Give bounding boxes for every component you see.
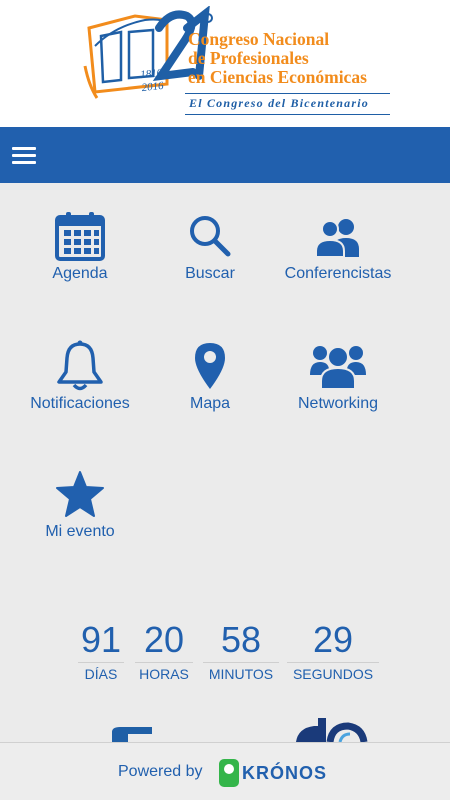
powered-by-label: Powered by [118,763,203,780]
logo-title-line-3: en Ciencias Económicas [188,67,367,87]
menu-item-buscar[interactable]: Buscar [145,210,275,310]
countdown-value: 20 [143,619,185,660]
logo-title-line-2: de Profesionales [188,48,309,68]
sponsor-logo-artwork [112,718,368,742]
kronos-logo-icon [219,759,239,787]
countdown-value: 29 [312,619,354,660]
group-icon [273,340,403,392]
speakers-icon [273,210,403,262]
menu-item-notificaciones[interactable]: Notificaciones [15,340,145,440]
star-icon [15,468,145,520]
logo-tagline: El Congreso del Bicentenario [185,93,390,115]
menu-item-label: Conferencistas [284,265,392,282]
countdown-unit: SEGUNDOS [287,662,379,682]
logo-title-line-1: Congreso Nacional [188,29,330,49]
menu-item-conferencistas[interactable]: Conferencistas [273,210,403,310]
menu-item-label: Networking [297,395,379,412]
countdown-value: 91 [80,619,122,660]
countdown-value: 58 [220,619,262,660]
countdown-unit: HORAS [135,662,193,682]
top-navbar [0,127,450,183]
calendar-icon [15,210,145,262]
event-countdown: 91 DÍAS 20 HORAS 58 MINUTOS 29 SEGUNDOS [0,620,450,690]
logo-years: 1816 2016 [140,67,165,95]
congress-logo: Congreso Nacional de Profesionales en Ci… [75,5,395,120]
hamburger-icon[interactable] [12,147,36,164]
countdown-seconds: 29 SEGUNDOS [287,620,379,682]
footer: Powered by KRÓNOS [0,742,450,800]
menu-item-agenda[interactable]: Agenda [15,210,145,310]
countdown-minutes: 58 MINUTOS [203,620,279,682]
app-header: Congreso Nacional de Profesionales en Ci… [0,0,450,127]
logo-year-end: 2016 [141,79,165,95]
menu-item-mi-evento[interactable]: Mi evento [15,468,145,568]
menu-item-label: Mi evento [45,523,115,540]
countdown-unit: DÍAS [78,662,124,682]
map-pin-icon [145,340,275,392]
menu-item-mapa[interactable]: Mapa [145,340,275,440]
countdown-days: 91 DÍAS [78,620,124,682]
kronos-brand: KRÓNOS [242,763,328,783]
sponsor-logos [0,712,450,742]
search-icon [145,210,275,262]
bell-icon [15,340,145,392]
countdown-unit: MINUTOS [203,662,279,682]
logo-title: Congreso Nacional de Profesionales en Ci… [188,30,367,87]
menu-item-networking[interactable]: Networking [273,340,403,440]
countdown-hours: 20 HORAS [135,620,193,682]
